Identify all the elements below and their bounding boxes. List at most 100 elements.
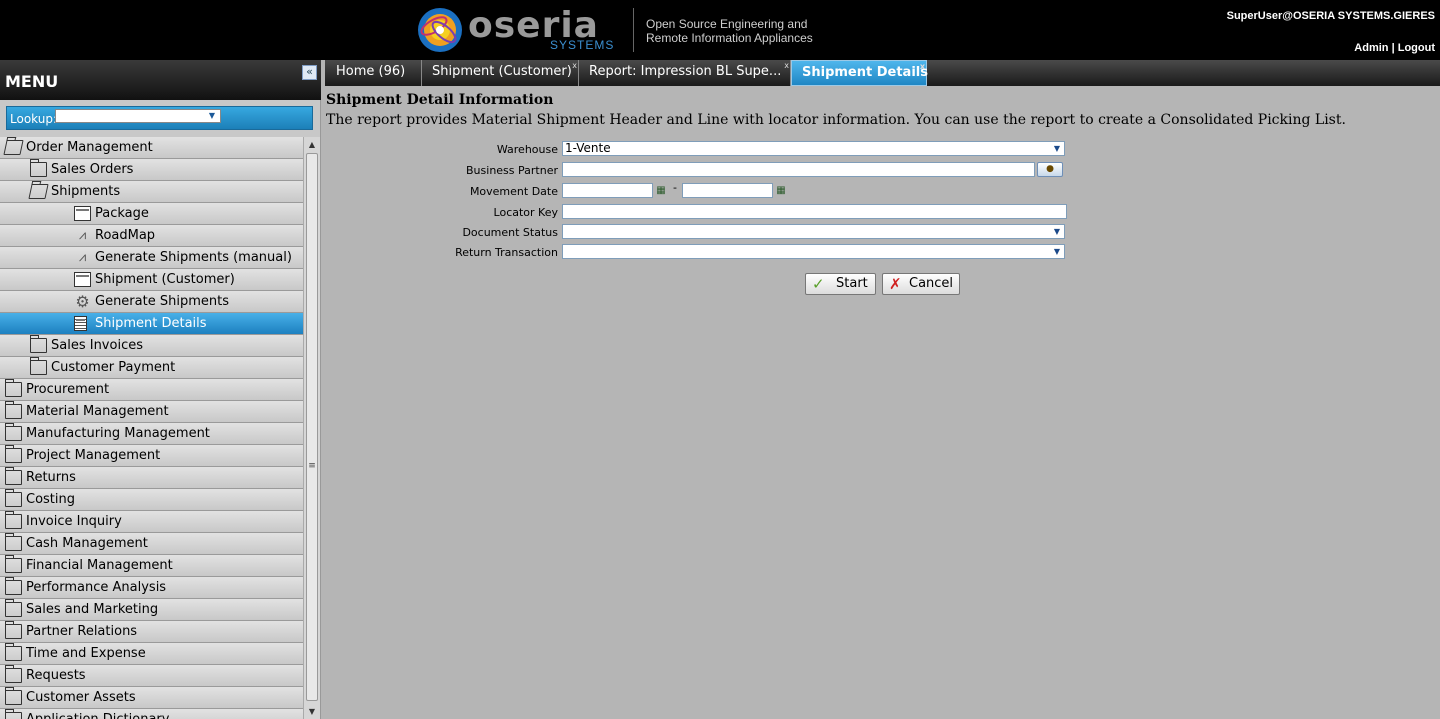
locator-key-field[interactable] [562, 204, 1067, 219]
menu-item-package[interactable]: Package [0, 203, 303, 225]
lookup-bar: Lookup: ▼ [6, 106, 313, 130]
chevron-down-icon[interactable]: ▼ [206, 110, 218, 122]
business-partner-lookup-button[interactable]: ● [1037, 162, 1063, 177]
close-icon[interactable]: x [920, 63, 925, 71]
folder-icon [30, 335, 47, 353]
menu-item-requests[interactable]: Requests [0, 665, 303, 687]
menu-item-customer-assets[interactable]: Customer Assets [0, 687, 303, 709]
menu-item-label: Invoice Inquiry [26, 514, 122, 529]
sidebar: MENU « Lookup: ▼ Order Management Sales O… [0, 60, 321, 719]
menu-item-performance-analysis[interactable]: Performance Analysis [0, 577, 303, 599]
tagline-line1: Open Source Engineering and [646, 17, 808, 31]
menu-item-customer-payment[interactable]: Customer Payment [0, 357, 303, 379]
scroll-down-icon[interactable]: ▼ [307, 707, 317, 717]
folder-icon [5, 379, 22, 397]
admin-link[interactable]: Admin [1354, 42, 1388, 54]
date-range-separator: - [673, 181, 677, 194]
warehouse-label: Warehouse [496, 143, 558, 156]
return-transaction-select[interactable]: ▼ [562, 244, 1065, 259]
folder-icon [5, 643, 22, 661]
tab-shipment-customer[interactable]: Shipment (Customer) x [422, 60, 579, 86]
menu-item-application-dictionary[interactable]: Application Dictionary [0, 709, 303, 719]
menu-item-project-management[interactable]: Project Management [0, 445, 303, 467]
close-icon[interactable]: x [572, 62, 577, 70]
chevron-down-icon[interactable]: ▼ [1051, 226, 1063, 238]
menu-item-sales-and-marketing[interactable]: Sales and Marketing [0, 599, 303, 621]
menu-item-sales-invoices[interactable]: Sales Invoices [0, 335, 303, 357]
business-partner-field[interactable] [562, 162, 1035, 177]
menu-item-shipment-details[interactable]: Shipment Details [0, 313, 303, 335]
folder-icon [5, 445, 22, 463]
menu-item-label: RoadMap [95, 228, 156, 243]
menu-item-material-management[interactable]: Material Management [0, 401, 303, 423]
menu-item-label: Cash Management [26, 536, 148, 551]
warehouse-select[interactable]: 1-Vente ▼ [562, 141, 1065, 156]
folder-icon [5, 709, 22, 719]
menu-item-label: Time and Expense [26, 646, 146, 661]
logo-subtitle: SYSTEMS [550, 38, 615, 52]
start-button[interactable]: ✓ Start [805, 273, 876, 295]
document-status-select[interactable]: ▼ [562, 224, 1065, 239]
menu-item-label: Procurement [26, 382, 110, 397]
tree-scrollbar[interactable]: ▲ ≡ ▼ [303, 137, 320, 719]
scrollbar-thumb[interactable] [306, 153, 318, 701]
menu-item-roadmap[interactable]: ⩘ RoadMap [0, 225, 303, 247]
checkmark-icon: ✓ [812, 275, 825, 293]
menu-item-order-management[interactable]: Order Management [0, 137, 303, 159]
oseria-logo: oseria SYSTEMS [416, 6, 636, 54]
workflow-icon: ⩘ [78, 250, 87, 265]
menu-item-label: Project Management [26, 448, 161, 463]
scroll-up-icon[interactable]: ▲ [307, 140, 317, 150]
lookup-input[interactable]: ▼ [55, 109, 221, 123]
menu-item-label: Material Management [26, 404, 169, 419]
menu-item-shipment-customer[interactable]: Shipment (Customer) [0, 269, 303, 291]
document-status-label: Document Status [462, 226, 558, 239]
collapse-sidebar-button[interactable]: « [302, 65, 317, 80]
start-label: Start [836, 276, 868, 291]
menu-item-financial-management[interactable]: Financial Management [0, 555, 303, 577]
cancel-button[interactable]: ✗ Cancel [882, 273, 960, 295]
menu-item-label: Performance Analysis [26, 580, 167, 595]
movement-date-label: Movement Date [469, 185, 558, 198]
calendar-icon[interactable]: ▦ [774, 183, 788, 198]
folder-icon [5, 555, 22, 573]
close-icon[interactable]: x [784, 62, 789, 70]
tab-label: Report: Impression BL Supe... [589, 64, 782, 79]
menu-item-label: Customer Assets [26, 690, 136, 705]
movement-date-to-field[interactable] [682, 183, 773, 198]
tab-label: Shipment Details [802, 65, 928, 80]
folder-icon [5, 665, 22, 683]
menu-item-returns[interactable]: Returns [0, 467, 303, 489]
menu-item-label: Order Management [26, 140, 153, 155]
menu-item-procurement[interactable]: Procurement [0, 379, 303, 401]
chevron-down-icon[interactable]: ▼ [1051, 143, 1063, 155]
menu-item-generate-shipments-manual[interactable]: ⩘ Generate Shipments (manual) [0, 247, 303, 269]
tab-shipment-details[interactable]: Shipment Details x [791, 60, 928, 86]
close-icon: ✗ [889, 275, 902, 293]
menu-item-time-and-expense[interactable]: Time and Expense [0, 643, 303, 665]
user-links: Admin | Logout [1354, 42, 1435, 54]
tab-bar: Home (96) Shipment (Customer) x Report: Imp… [325, 60, 1440, 86]
menu-item-label: Financial Management [26, 558, 173, 573]
warehouse-value: 1-Vente [565, 141, 611, 155]
menu-item-costing[interactable]: Costing [0, 489, 303, 511]
tab-home-96[interactable]: Home (96) [326, 60, 422, 86]
movement-date-from-field[interactable] [562, 183, 653, 198]
folder-icon [5, 489, 22, 507]
menu-item-invoice-inquiry[interactable]: Invoice Inquiry [0, 511, 303, 533]
menu-item-label: Application Dictionary [26, 709, 169, 719]
menu-item-label: Costing [26, 492, 76, 507]
folder-icon [5, 467, 22, 485]
menu-item-partner-relations[interactable]: Partner Relations [0, 621, 303, 643]
calendar-icon[interactable]: ▦ [654, 183, 668, 198]
chevron-down-icon[interactable]: ▼ [1051, 246, 1063, 258]
menu-item-cash-management[interactable]: Cash Management [0, 533, 303, 555]
tagline-line2: Remote Information Appliances [646, 31, 813, 45]
menu-item-generate-shipments[interactable]: ⚙ Generate Shipments [0, 291, 303, 313]
menu-item-sales-orders[interactable]: Sales Orders [0, 159, 303, 181]
menu-item-shipments[interactable]: Shipments [0, 181, 303, 203]
business-partner-label: Business Partner [466, 164, 558, 177]
tab-report-impression-bl-supe[interactable]: Report: Impression BL Supe... x [579, 60, 791, 86]
logout-link[interactable]: Logout [1398, 42, 1435, 54]
menu-item-manufacturing-management[interactable]: Manufacturing Management [0, 423, 303, 445]
